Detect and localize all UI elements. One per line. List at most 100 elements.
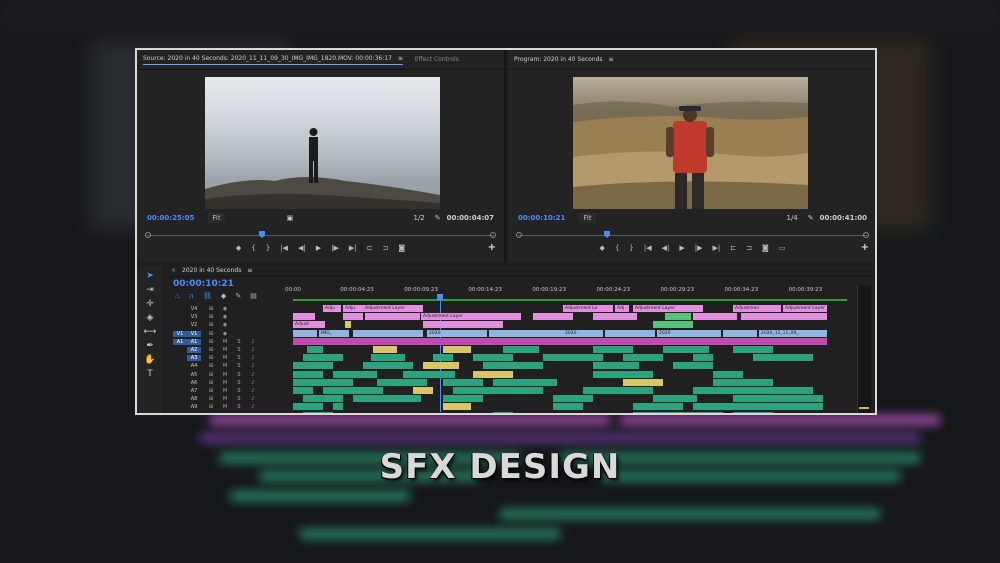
video-clip[interactable]: [665, 313, 691, 321]
audio-clip[interactable]: [543, 354, 603, 362]
adjustment-layer-clip[interactable]: Adjustment Layer: [633, 305, 703, 312]
track-header[interactable]: A1 A1 ⊞ M S ♪: [165, 338, 293, 346]
panel-menu-icon[interactable]: ≡: [398, 55, 403, 62]
solo-button[interactable]: S: [235, 339, 243, 345]
microphone-icon[interactable]: ♪: [249, 347, 257, 353]
track-name[interactable]: A3: [187, 355, 201, 362]
audio-clip[interactable]: [303, 395, 343, 403]
sync-lock-icon[interactable]: ⊞: [207, 331, 215, 337]
mute-button[interactable]: M: [221, 339, 229, 345]
adjustment-layer-clip[interactable]: [533, 313, 573, 321]
type-tool-icon[interactable]: T: [147, 369, 153, 379]
audio-clip[interactable]: [693, 403, 823, 411]
time-ruler[interactable]: 00:00 00:00:04:23 00:00:09:23 00:00:14:23 00…: [285, 283, 847, 412]
video-clip[interactable]: [293, 337, 827, 345]
audio-clip[interactable]: [493, 411, 513, 413]
audio-clip[interactable]: [593, 346, 633, 353]
video-clip[interactable]: 2020: [563, 329, 603, 337]
sync-lock-icon[interactable]: ⊞: [207, 355, 215, 361]
audio-clip[interactable]: [583, 387, 653, 394]
go-to-out-icon[interactable]: ▶|: [349, 244, 357, 256]
audio-clip[interactable]: [713, 370, 743, 378]
sequence-tab[interactable]: 2020 in 40 Seconds: [182, 267, 241, 274]
slip-tool-icon[interactable]: ⟷: [144, 327, 157, 337]
sync-lock-icon[interactable]: ⊞: [207, 396, 215, 402]
track-header[interactable]: A5 ⊞ M S ♪: [165, 371, 293, 379]
mark-in-icon[interactable]: {: [251, 244, 255, 256]
mark-out-icon[interactable]: }: [266, 244, 270, 256]
audio-clip[interactable]: [453, 387, 543, 394]
audio-clip[interactable]: [303, 411, 333, 413]
mute-button[interactable]: M: [221, 388, 229, 394]
mark-in-icon[interactable]: {: [615, 244, 619, 256]
audio-clip[interactable]: [333, 403, 343, 411]
step-forward-icon[interactable]: |▶: [331, 244, 339, 256]
audio-clip[interactable]: [493, 378, 557, 386]
audio-clip[interactable]: [307, 346, 323, 353]
video-clip[interactable]: [373, 346, 397, 353]
audio-clip[interactable]: [693, 387, 813, 394]
program-playhead[interactable]: [604, 231, 610, 238]
sync-lock-icon[interactable]: ⊞: [207, 339, 215, 345]
audio-clip[interactable]: [633, 403, 683, 411]
sync-lock-icon[interactable]: ⊞: [207, 380, 215, 386]
audio-clip[interactable]: [733, 346, 773, 353]
track-name[interactable]: V2: [187, 322, 201, 328]
source-zoom-select[interactable]: Fit: [208, 213, 225, 223]
track-name[interactable]: A9: [187, 404, 201, 410]
adjustment-layer-clip[interactable]: Adjust: [293, 321, 325, 329]
wrench-icon[interactable]: ✎: [808, 214, 814, 222]
track-header[interactable]: V1 V1 ⊞ ◉: [165, 330, 293, 338]
marker-icon[interactable]: ◆: [600, 244, 605, 256]
microphone-icon[interactable]: ♪: [249, 363, 257, 369]
source-playhead[interactable]: [259, 231, 265, 238]
adjustment-layer-clip[interactable]: Adjustmen: [733, 305, 781, 312]
track-name[interactable]: A6: [187, 380, 201, 386]
work-area-bar[interactable]: [293, 299, 847, 301]
microphone-icon[interactable]: ♪: [249, 380, 257, 386]
track-header[interactable]: A7 ⊞ M S ♪: [165, 387, 293, 395]
track-header[interactable]: V2 ⊞ ◉: [165, 321, 293, 329]
track-header[interactable]: A4 ⊞ M S ♪: [165, 362, 293, 370]
solo-button[interactable]: S: [235, 372, 243, 378]
audio-clip[interactable]: [593, 370, 653, 378]
audio-clip[interactable]: [293, 370, 323, 378]
adjustment-layer-clip[interactable]: [365, 313, 420, 321]
audio-clip[interactable]: [473, 354, 513, 362]
solo-button[interactable]: S: [235, 404, 243, 410]
audio-clip[interactable]: [293, 362, 333, 370]
mute-button[interactable]: M: [221, 372, 229, 378]
audio-clip[interactable]: [377, 378, 427, 386]
program-timecode-current[interactable]: 00:00:10:21: [518, 214, 565, 222]
compare-icon[interactable]: ▭: [779, 244, 786, 256]
play-icon[interactable]: ▶: [316, 244, 321, 256]
microphone-icon[interactable]: ♪: [249, 339, 257, 345]
razor-tool-icon[interactable]: ◈: [147, 313, 154, 323]
adjustment-layer-clip[interactable]: [741, 313, 827, 321]
camera-icon[interactable]: ◙: [762, 244, 769, 256]
video-clip[interactable]: [443, 346, 471, 353]
sync-lock-icon[interactable]: ⊞: [207, 363, 215, 369]
effect-controls-tab[interactable]: Effect Controls: [415, 56, 459, 63]
track-name[interactable]: V1: [187, 330, 201, 337]
audio-clip[interactable]: [353, 395, 421, 403]
track-header[interactable]: A3 ⊞ M S ♪: [165, 354, 293, 362]
video-clip[interactable]: 2020_11_11_09_: [759, 329, 827, 337]
video-clip[interactable]: [653, 321, 693, 329]
mark-out-icon[interactable]: }: [629, 244, 633, 256]
video-clip[interactable]: IMG_: [319, 329, 349, 337]
mute-button[interactable]: M: [221, 347, 229, 353]
audio-clip[interactable]: [303, 354, 343, 362]
track-name[interactable]: A5: [187, 372, 201, 378]
program-resolution-select[interactable]: 1/4: [786, 214, 797, 222]
track-name[interactable]: A7: [187, 388, 201, 394]
adjustment-layer-clip[interactable]: [593, 313, 637, 321]
video-clip[interactable]: [473, 370, 513, 378]
video-clip[interactable]: [443, 403, 471, 411]
insert-icon[interactable]: ⊏: [367, 244, 373, 256]
adjustment-layer-clip[interactable]: [423, 321, 503, 329]
audio-clip[interactable]: [553, 395, 593, 403]
track-name[interactable]: V4: [187, 306, 201, 312]
track-header[interactable]: A8 ⊞ M S ♪: [165, 395, 293, 403]
track-name[interactable]: A2: [187, 347, 201, 353]
